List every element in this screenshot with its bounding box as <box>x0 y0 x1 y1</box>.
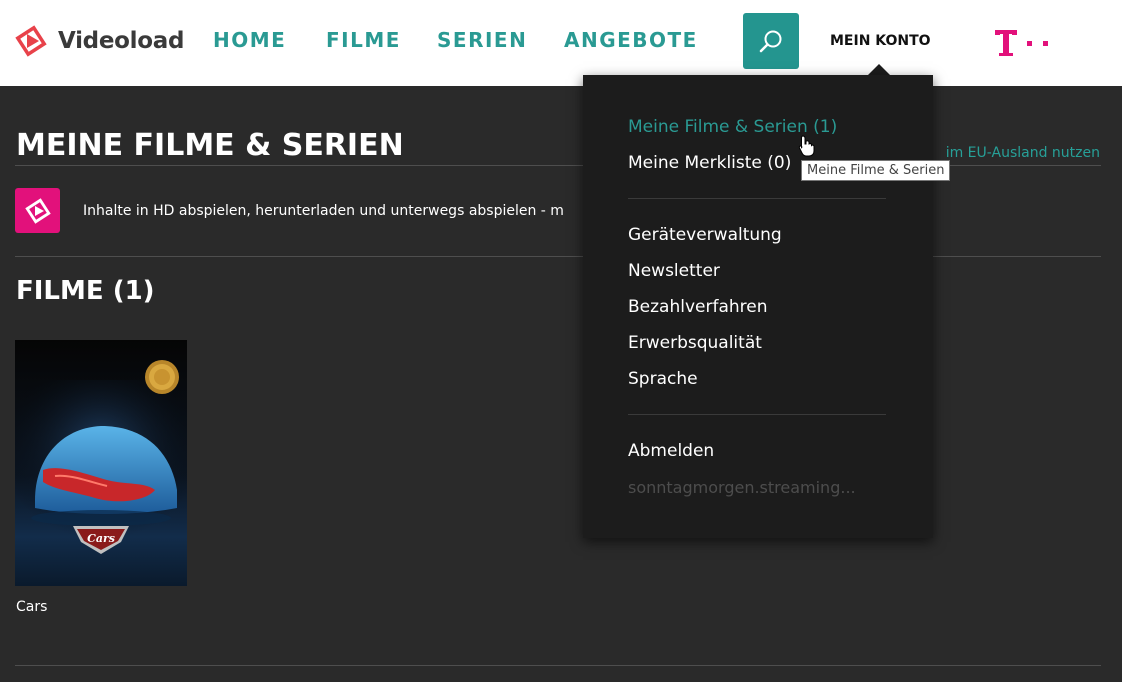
brand-name: Videoload <box>58 28 185 54</box>
videoload-logo-icon <box>15 25 47 57</box>
menu-geraeteverwaltung[interactable]: Geräteverwaltung <box>628 225 782 245</box>
menu-bezahlverfahren[interactable]: Bezahlverfahren <box>628 297 768 317</box>
dropdown-divider <box>628 414 886 415</box>
menu-meine-filme-serien[interactable]: Meine Filme & Serien (1) <box>628 117 837 137</box>
brand-logo[interactable]: Videoload <box>14 24 184 58</box>
page-title: MEINE FILME & SERIEN <box>16 128 404 163</box>
nav-angebote[interactable]: ANGEBOTE <box>564 28 698 52</box>
hd-play-icon <box>15 188 60 233</box>
movie-poster-cars[interactable]: Cars <box>15 340 187 586</box>
telekom-logo-icon[interactable] <box>995 30 1055 58</box>
menu-newsletter[interactable]: Newsletter <box>628 261 720 281</box>
nav-serien[interactable]: SERIEN <box>437 28 527 52</box>
search-button[interactable] <box>743 13 799 69</box>
menu-merkliste[interactable]: Meine Merkliste (0) <box>628 153 791 173</box>
search-icon <box>759 30 782 53</box>
nav-filme[interactable]: FILME <box>326 28 401 52</box>
menu-sprache[interactable]: Sprache <box>628 369 698 389</box>
divider <box>15 256 1101 257</box>
dropdown-divider <box>628 198 886 199</box>
nav-home[interactable]: HOME <box>213 28 286 52</box>
site-header: Videoload HOME FILME SERIEN ANGEBOTE MEI… <box>0 0 1122 86</box>
menu-abmelden[interactable]: Abmelden <box>628 441 714 461</box>
divider <box>15 665 1101 666</box>
eu-usage-link[interactable]: im EU-Ausland nutzen <box>946 145 1100 161</box>
poster-image: Cars <box>15 340 187 586</box>
section-title-filme: FILME (1) <box>16 276 155 306</box>
menu-erwerbsqualitaet[interactable]: Erwerbsqualität <box>628 333 762 353</box>
poster-title-text: Cars <box>87 532 115 545</box>
hand-cursor-icon <box>798 135 815 157</box>
dropdown-caret <box>868 64 890 75</box>
tooltip: Meine Filme & Serien <box>801 160 951 181</box>
movie-title-cars[interactable]: Cars <box>16 599 47 615</box>
hd-info-text: Inhalte in HD abspielen, herunterladen u… <box>83 203 564 219</box>
account-dropdown: Meine Filme & Serien (1) Meine Merkliste… <box>583 75 933 538</box>
account-menu-button[interactable]: MEIN KONTO <box>830 33 931 49</box>
account-username: sonntagmorgen.streaming... <box>628 478 856 497</box>
